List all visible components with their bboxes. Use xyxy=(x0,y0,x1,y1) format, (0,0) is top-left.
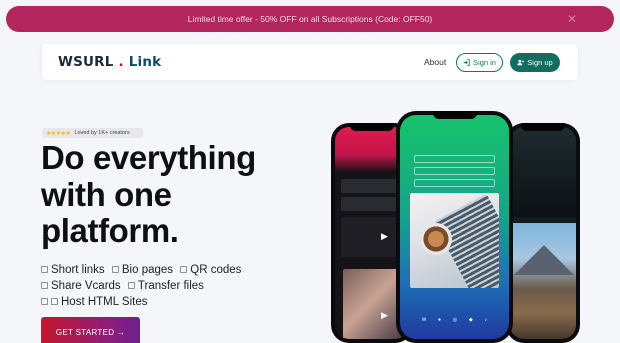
link-button xyxy=(414,167,495,175)
mail-icon: ✉ xyxy=(422,317,427,323)
hero-title-line2: with one xyxy=(41,175,172,213)
feature-item: Bio pages xyxy=(111,264,173,276)
checkbox-icon xyxy=(180,266,188,273)
landscape-photo xyxy=(510,223,576,339)
logo-dot: . xyxy=(118,54,124,70)
rating-badge: ★★★★★ Loved by 1K+ creators xyxy=(42,128,143,138)
checkbox-icon xyxy=(41,282,48,289)
sign-up-button[interactable]: Sign up xyxy=(510,53,560,72)
login-icon xyxy=(463,59,470,66)
sign-in-button[interactable]: Sign in xyxy=(456,53,503,72)
promo-banner: Limited time offer - 50% OFF on all Subs… xyxy=(6,6,614,32)
logo[interactable]: WSURL . Link xyxy=(58,54,161,70)
checkbox-icon xyxy=(127,282,135,289)
instagram-icon: ◎ xyxy=(452,317,458,323)
promo-text: Limited time offer - 50% OFF on all Subs… xyxy=(187,14,433,24)
hero-title: Do everything with one platform. xyxy=(41,139,281,250)
logo-main: WSURL xyxy=(58,54,114,70)
get-started-button[interactable]: GET STARTED → xyxy=(41,317,140,343)
feature-list: Short links Bio pages QR codes Share Vca… xyxy=(41,262,311,310)
user-plus-icon xyxy=(517,59,525,66)
photo-thumbnail xyxy=(343,269,403,339)
feature-item: Host HTML Sites xyxy=(41,296,147,308)
feature-item: QR codes xyxy=(180,264,241,276)
social-icons: ✉ ● ◎ ◆ ♪ xyxy=(422,317,487,323)
checkbox-icon xyxy=(111,266,119,273)
sign-in-label: Sign in xyxy=(473,58,496,67)
hero-title-line3: platform. xyxy=(41,212,179,249)
mountain-shape xyxy=(514,245,574,275)
star-icon: ★★★★★ xyxy=(46,130,71,137)
link-button xyxy=(414,155,495,163)
tiktok-icon: ♪ xyxy=(484,317,487,323)
close-icon[interactable]: ✕ xyxy=(566,13,578,25)
feature-item: Short links xyxy=(41,264,105,276)
checkbox-icon xyxy=(41,298,48,305)
phone-mockup-right xyxy=(506,123,580,343)
sign-up-label: Sign up xyxy=(527,58,553,67)
facebook-icon: ● xyxy=(437,317,441,323)
hero-title-line1: Do everything xyxy=(41,139,256,176)
badge-text: Loved by 1K+ creators xyxy=(74,130,130,136)
profile-header-graphic xyxy=(510,127,576,217)
checkbox-icon xyxy=(51,298,58,305)
phone-mockup-center: ✉ ● ◎ ◆ ♪ xyxy=(396,111,513,343)
link-button xyxy=(414,179,495,187)
logo-sub: Link xyxy=(128,54,162,70)
twitter-icon: ◆ xyxy=(468,317,473,323)
coffee-laptop-photo xyxy=(410,193,499,288)
phone-screen: ✉ ● ◎ ◆ ♪ xyxy=(400,115,509,339)
play-icon: ▶ xyxy=(381,310,388,320)
feature-item: Share Vcards xyxy=(41,280,121,292)
play-icon: ▶ xyxy=(381,231,388,241)
nav-about-link[interactable]: About xyxy=(424,57,446,67)
feature-item: Transfer files xyxy=(127,280,204,292)
navbar: WSURL . Link About Sign in Sign up xyxy=(42,44,578,80)
phone-screen xyxy=(510,127,576,339)
video-card xyxy=(341,217,403,257)
checkbox-icon xyxy=(41,266,48,273)
link-card xyxy=(341,179,403,193)
link-card xyxy=(341,197,403,211)
